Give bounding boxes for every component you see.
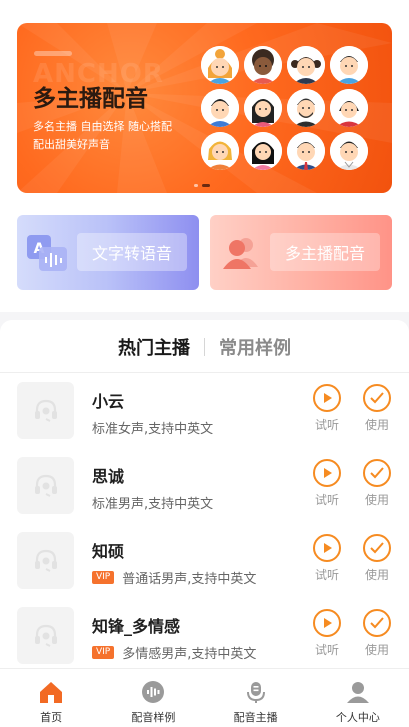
avatar-woman-long-hair	[244, 89, 282, 127]
anchor-thumb	[17, 457, 74, 514]
pager-dot[interactable]	[194, 184, 198, 187]
banner-pager	[194, 184, 210, 187]
anchor-thumb	[17, 382, 74, 439]
banner-title: 多主播配音	[33, 86, 148, 112]
anchor-row[interactable]: 知硕 VIP 普通话男声,支持中英文 试听 使用	[0, 524, 409, 599]
avatar-man-short-hair	[201, 89, 239, 127]
headset-icon	[34, 399, 57, 422]
check-icon[interactable]	[363, 609, 391, 637]
play-icon[interactable]	[313, 459, 341, 487]
tab-common-samples[interactable]: 常用样例	[205, 334, 305, 360]
people-icon	[223, 238, 258, 269]
play-sample-button[interactable]: 试听	[310, 459, 344, 508]
play-label: 试听	[314, 493, 339, 507]
play-sample-button[interactable]: 试听	[310, 534, 344, 583]
vip-badge: VIP	[92, 571, 115, 584]
anchor-name: 知硕	[92, 542, 125, 561]
anchor-name: 小云	[92, 392, 125, 411]
nav-item-home[interactable]: 首页	[0, 669, 102, 727]
check-icon[interactable]	[363, 384, 391, 412]
headset-icon	[34, 624, 57, 647]
anchor-description-text: 标准女声,支持中英文	[92, 422, 214, 437]
user-icon	[345, 679, 371, 705]
play-icon[interactable]	[313, 534, 341, 562]
anchor-name: 思诚	[92, 467, 125, 486]
check-icon[interactable]	[363, 534, 391, 562]
use-anchor-button[interactable]: 使用	[360, 534, 394, 583]
anchor-description-text: 多情感男声,支持中英文	[122, 647, 257, 662]
play-label: 试听	[314, 568, 339, 582]
bottom-nav: 首页 配音样例 配音主播 个人中心	[0, 668, 409, 727]
nav-item-samples[interactable]: 配音样例	[102, 669, 204, 727]
promo-banner[interactable]: ANCHOR 多主播配音 多名主播 自由选择 随心搭配 配出甜美好声音	[17, 23, 392, 193]
pager-dot-active[interactable]	[202, 184, 210, 187]
anchor-row[interactable]: 思诚 标准男声,支持中英文 试听 使用	[0, 449, 409, 524]
anchor-thumb	[17, 532, 74, 589]
anchor-description: 标准男声,支持中英文	[92, 493, 213, 512]
play-label: 试听	[314, 418, 339, 432]
text-to-speech-card[interactable]: A 文字转语音	[17, 215, 199, 290]
play-icon[interactable]	[313, 609, 341, 637]
nav-label-profile: 个人中心	[335, 711, 380, 724]
nav-item-anchors[interactable]: 配音主播	[205, 669, 307, 727]
banner-subtitle-line1: 多名主播 自由选择 随心搭配	[33, 120, 172, 133]
check-icon[interactable]	[363, 459, 391, 487]
anchor-description-text: 标准男声,支持中英文	[92, 497, 214, 512]
text-to-speech-label: 文字转语音	[77, 233, 187, 271]
play-icon[interactable]	[313, 384, 341, 412]
anchor-row[interactable]: 知锋_多情感 VIP 多情感男声,支持中英文 试听 使用	[0, 599, 409, 674]
avatar-man-curly	[244, 46, 282, 84]
vip-badge: VIP	[92, 646, 115, 659]
avatar-woman-red-top	[330, 89, 368, 127]
avatar-man-beard	[287, 89, 325, 127]
anchor-thumb	[17, 607, 74, 664]
use-anchor-button[interactable]: 使用	[360, 384, 394, 433]
banner-accent-line	[34, 51, 72, 56]
use-label: 使用	[364, 493, 389, 507]
avatar-man-white-shirt	[330, 132, 368, 170]
section-divider	[0, 372, 409, 373]
avatar-girl-pigtails	[287, 46, 325, 84]
multi-anchor-card[interactable]: 多主播配音	[210, 215, 392, 290]
microphone-icon	[243, 679, 269, 705]
avatar-man-blue-shirt	[330, 46, 368, 84]
use-anchor-button[interactable]: 使用	[360, 459, 394, 508]
headset-icon	[34, 549, 57, 572]
banner-subtitle-line2: 配出甜美好声音	[33, 138, 110, 151]
waveform-icon	[140, 679, 166, 705]
translate-icon: A	[27, 235, 67, 271]
play-sample-button[interactable]: 试听	[310, 384, 344, 433]
avatar-woman-hair-bun	[201, 46, 239, 84]
use-label: 使用	[364, 568, 389, 582]
anchor-description-text: 普通话男声,支持中英文	[122, 572, 257, 587]
use-anchor-button[interactable]: 使用	[360, 609, 394, 658]
multi-anchor-label: 多主播配音	[270, 233, 380, 271]
nav-label-home: 首页	[40, 711, 63, 724]
anchor-description: VIP 普通话男声,支持中英文	[92, 568, 256, 587]
play-label: 试听	[314, 643, 339, 657]
avatar-girl-black-hair	[244, 132, 282, 170]
anchor-row[interactable]: 小云 标准女声,支持中英文 试听 使用	[0, 374, 409, 449]
play-sample-button[interactable]: 试听	[310, 609, 344, 658]
avatar-man-tie	[287, 132, 325, 170]
nav-label-samples: 配音样例	[131, 711, 176, 724]
anchor-description: 标准女声,支持中英文	[92, 418, 213, 437]
anchor-name: 知锋_多情感	[92, 617, 181, 636]
avatar-woman-yellow-hair	[201, 132, 239, 170]
nav-label-anchors: 配音主播	[233, 711, 278, 724]
nav-item-profile[interactable]: 个人中心	[307, 669, 409, 727]
anchor-avatar-grid	[201, 46, 368, 170]
use-label: 使用	[364, 418, 389, 432]
tab-hot-anchors[interactable]: 热门主播	[104, 334, 204, 360]
section-tabs: 热门主播 常用样例	[0, 332, 409, 362]
headset-icon	[34, 474, 57, 497]
use-label: 使用	[364, 643, 389, 657]
home-icon	[38, 679, 64, 705]
anchor-description: VIP 多情感男声,支持中英文	[92, 643, 256, 662]
